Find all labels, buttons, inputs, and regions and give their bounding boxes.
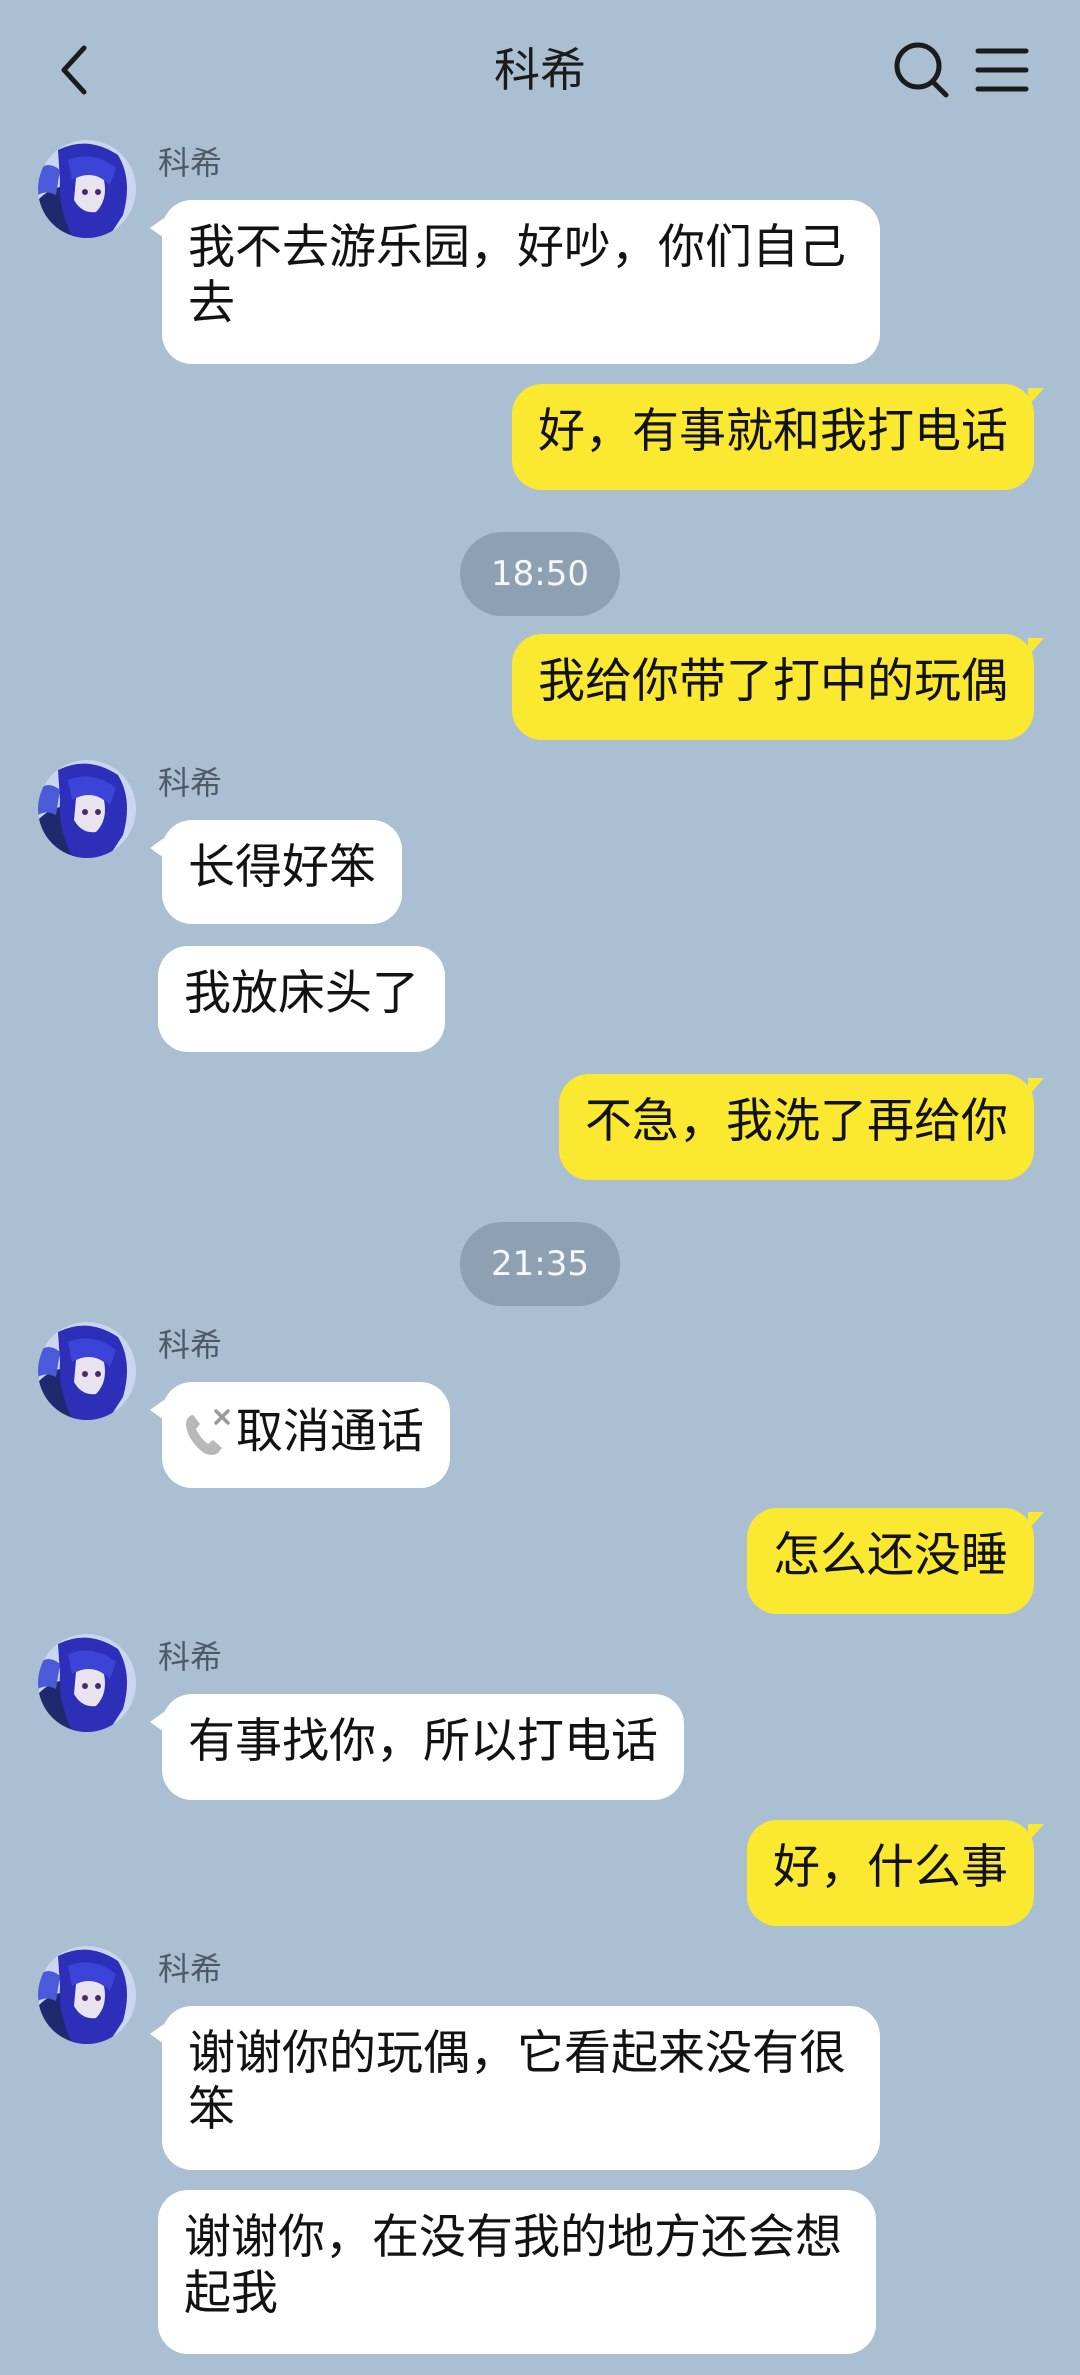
call-status-label: 取消通话 xyxy=(236,1404,424,1460)
sender-name: 科希 xyxy=(158,144,223,182)
message-bubble[interactable]: 谢谢你，在没有我的地方还会想起我 xyxy=(158,2190,876,2354)
message-bubble[interactable]: 怎么还没睡 xyxy=(747,1508,1044,1614)
search-icon xyxy=(894,42,949,98)
avatar-image xyxy=(38,1634,136,1732)
sender-name: 科希 xyxy=(158,764,223,802)
avatar-image xyxy=(38,1322,136,1420)
timestamp: 18:50 xyxy=(460,532,620,616)
avatar[interactable] xyxy=(38,760,136,858)
sender-name: 科希 xyxy=(158,1638,223,1676)
timestamp: 21:35 xyxy=(460,1222,620,1306)
message-bubble[interactable]: 不急，我洗了再给你 xyxy=(559,1074,1044,1180)
message-bubble[interactable]: 好，什么事 xyxy=(747,1820,1044,1926)
search-button[interactable] xyxy=(890,36,954,104)
menu-button[interactable] xyxy=(970,36,1034,104)
avatar[interactable] xyxy=(38,1322,136,1420)
sender-name: 科希 xyxy=(158,1950,223,1988)
avatar-image xyxy=(38,1946,136,2044)
message-bubble[interactable]: 好，有事就和我打电话 xyxy=(512,384,1044,490)
menu-icon xyxy=(975,48,1029,92)
message-bubble[interactable]: 我放床头了 xyxy=(158,946,445,1052)
avatar[interactable] xyxy=(38,140,136,238)
avatar-image xyxy=(38,760,136,858)
avatar-image xyxy=(38,140,136,238)
message-bubble[interactable]: 我给你带了打中的玩偶 xyxy=(512,634,1044,740)
cancelled-call-icon xyxy=(182,1407,232,1459)
chat-header: 科希 xyxy=(0,0,1080,140)
message-bubble[interactable]: 有事找你，所以打电话 xyxy=(150,1694,684,1800)
sender-name: 科希 xyxy=(158,1326,223,1364)
call-record-bubble[interactable]: 取消通话 xyxy=(150,1382,450,1488)
message-bubble[interactable]: 长得好笨 xyxy=(150,820,402,924)
avatar[interactable] xyxy=(38,1634,136,1732)
message-bubble[interactable]: 我不去游乐园，好吵，你们自己去 xyxy=(150,200,880,364)
message-bubble[interactable]: 谢谢你的玩偶，它看起来没有很笨 xyxy=(150,2006,880,2170)
avatar[interactable] xyxy=(38,1946,136,2044)
